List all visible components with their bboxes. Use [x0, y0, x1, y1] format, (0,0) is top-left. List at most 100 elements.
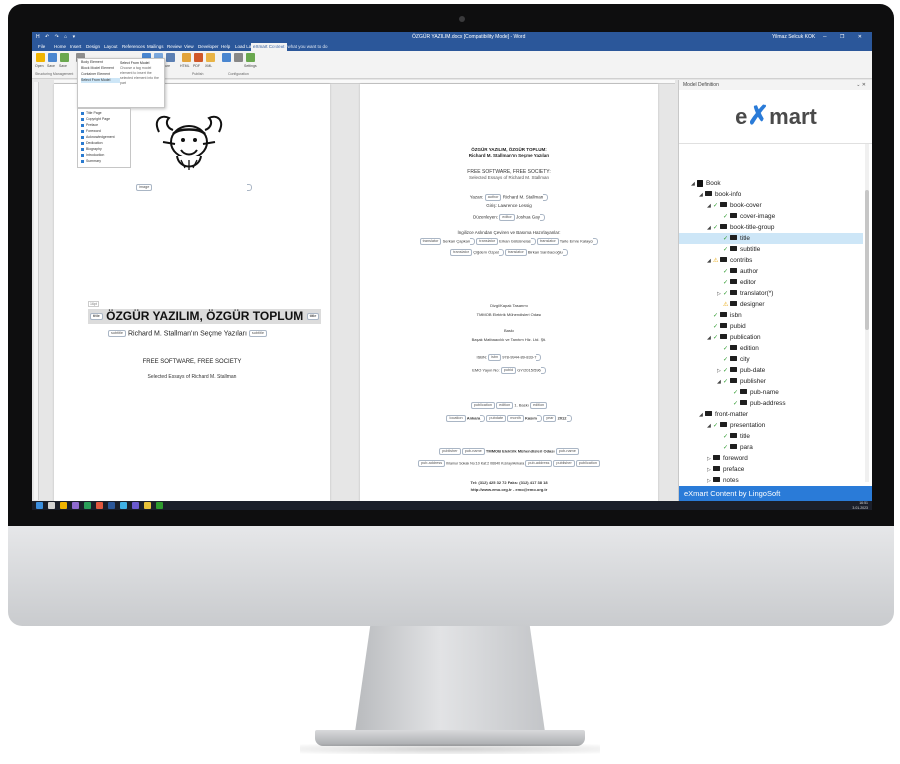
dd-container-element[interactable]: Container Element	[81, 72, 120, 77]
tab-references[interactable]: References	[120, 43, 147, 51]
tree-node-front-matter[interactable]: ◢ front-matter	[679, 409, 863, 420]
pub-name-tag[interactable]: pub-name	[461, 448, 485, 455]
submenu-summary[interactable]: Summary	[80, 159, 130, 164]
tree-node-book-info[interactable]: ◢ book-info	[679, 189, 863, 200]
table-of-contents-icon[interactable]	[166, 53, 175, 62]
tree-node-city[interactable]: ✓ city	[679, 354, 863, 365]
submenu-introduction[interactable]: Introduction	[80, 153, 130, 158]
translator-end-tag[interactable]	[593, 238, 599, 245]
tree-node-book-cover[interactable]: ◢ ✓ book-cover	[679, 200, 863, 211]
year-tag[interactable]: year	[543, 415, 557, 422]
tree-node-para[interactable]: ✓ para	[679, 442, 863, 453]
location-end-tag[interactable]	[480, 415, 486, 422]
tree-node-pub-date[interactable]: ▷ ✓ pub-date	[679, 365, 863, 376]
dd-body-element[interactable]: Body Element	[81, 60, 120, 65]
edition-end-tag[interactable]: edition	[529, 402, 548, 409]
tree-node-designer[interactable]: ⚠ designer	[679, 299, 863, 310]
location-tag[interactable]: location	[446, 415, 466, 422]
translator-tag[interactable]: translator	[450, 249, 473, 256]
submenu-acknowledgement[interactable]: Acknowledgement	[80, 135, 130, 140]
tree-scroll-thumb[interactable]	[865, 190, 869, 330]
tree-node-editor[interactable]: ✓ editor	[679, 277, 863, 288]
tree-node-contribs[interactable]: ◢ ⚠ contribs	[679, 255, 863, 266]
month-tag[interactable]: month	[507, 415, 524, 422]
pubdate-tag[interactable]: pubdate	[486, 415, 507, 422]
app-icon[interactable]	[120, 502, 127, 509]
tab-help[interactable]: Help	[219, 43, 232, 51]
window-controls[interactable]: ─ ❐ ✕	[823, 32, 868, 42]
cover-subtitle[interactable]: subtitle Richard M. Stallman'ın Seçme Ya…	[108, 330, 267, 337]
pub-address-end-tag[interactable]: pub-address	[525, 460, 553, 467]
translator-end-tag[interactable]	[530, 238, 536, 245]
html-icon[interactable]	[182, 53, 191, 62]
tree-node-pubid[interactable]: ✓ pubid	[679, 321, 863, 332]
tree-node-cover-image[interactable]: ✓ cover-image	[679, 211, 863, 222]
tell-me-search[interactable]: Tell me what you want to do	[272, 43, 328, 51]
isbn-tag[interactable]: isbn	[488, 354, 502, 361]
start-icon[interactable]	[36, 502, 43, 509]
dd-block-model-element[interactable]: Block Model Element	[81, 66, 120, 71]
submenu-preface[interactable]: Preface	[80, 123, 130, 128]
translator-tag[interactable]: translator	[504, 249, 527, 256]
submenu-dedication[interactable]: Dedication	[80, 141, 130, 146]
app-icon[interactable]	[84, 502, 91, 509]
pane-close-button[interactable]: ⌄ ✕	[856, 80, 866, 90]
tree-node-pub-address[interactable]: ✓ pub-address	[679, 398, 863, 409]
translator-tag[interactable]: translator	[476, 238, 499, 245]
tree-node-edition[interactable]: ✓ edition	[679, 343, 863, 354]
submenu-biography[interactable]: Biography	[80, 147, 130, 152]
pub-name-end-tag[interactable]: pub-name	[555, 448, 579, 455]
tab-review[interactable]: Review	[165, 43, 184, 51]
editor-tag[interactable]: editor	[499, 214, 515, 221]
open-icon[interactable]	[36, 53, 45, 62]
tab-insert[interactable]: Insert	[68, 43, 83, 51]
tab-layout[interactable]: Layout	[102, 43, 120, 51]
app-icon[interactable]	[156, 502, 163, 509]
submenu-foreword[interactable]: Foreword	[80, 129, 130, 134]
model-schema-icon[interactable]	[234, 53, 243, 62]
tab-design[interactable]: Design	[84, 43, 102, 51]
add-to-schema-icon[interactable]	[222, 53, 231, 62]
tree-node-presentation[interactable]: ◢ ✓ presentation	[679, 420, 863, 431]
title-tag[interactable]: title	[90, 313, 103, 321]
tree-node-translator-[interactable]: ▷ ✓ translator(*)	[679, 288, 863, 299]
pub-address-tag[interactable]: pub-address	[418, 460, 446, 467]
isbn-end-tag[interactable]	[536, 354, 542, 361]
translator-tag[interactable]: translator	[536, 238, 559, 245]
tree-node-foreword[interactable]: ▷ foreword	[679, 453, 863, 464]
tree-node-book[interactable]: ◢ Book	[679, 178, 863, 189]
settings-icon[interactable]	[246, 53, 255, 62]
word-icon[interactable]	[108, 502, 115, 509]
tree-node-title[interactable]: ✓ title	[679, 431, 863, 442]
publisher-tag[interactable]: publisher	[439, 448, 461, 455]
app-icon[interactable]	[132, 502, 139, 509]
pdf-icon[interactable]	[194, 53, 203, 62]
submenu-title-page[interactable]: Title Page	[80, 111, 130, 116]
translator-end-tag[interactable]	[498, 249, 504, 256]
cover-title[interactable]: title ÖZGÜR YAZILIM, ÖZGÜR TOPLUM title	[88, 309, 322, 324]
publisher-end-tag[interactable]: publisher	[553, 460, 575, 467]
file-explorer-icon[interactable]	[60, 502, 67, 509]
publication-tag[interactable]: publication	[470, 402, 495, 409]
subtitle-tag[interactable]: subtitle	[108, 330, 127, 337]
tab-mailings[interactable]: Mailings	[145, 43, 166, 51]
page-copyright[interactable]: ÖZGÜR YAZILIM, ÖZGÜR TOPLUM: Richard M. …	[360, 84, 658, 501]
subtitle-end-tag[interactable]: subtitle	[248, 330, 267, 337]
tree-node-subtitle[interactable]: ✓ subtitle	[679, 244, 863, 255]
tree-node-title[interactable]: ✓ title	[679, 233, 863, 244]
pubid-end-tag[interactable]	[540, 367, 546, 374]
translator-end-tag[interactable]	[470, 238, 476, 245]
tree-node-pub-name[interactable]: ✓ pub-name	[679, 387, 863, 398]
search-icon[interactable]	[48, 502, 55, 509]
quick-access-toolbar[interactable]: H ↶ ↷ ⌂ ▾	[36, 32, 77, 42]
submenu-copyright-page[interactable]: Copyright Page	[80, 117, 130, 122]
tree-node-notes[interactable]: ▷ notes	[679, 475, 863, 486]
dd-select-from-model[interactable]: Select From Model	[81, 78, 120, 83]
year-end-tag[interactable]	[566, 415, 572, 422]
tab-home[interactable]: Home	[52, 43, 68, 51]
pubid-tag[interactable]: pubid	[500, 367, 517, 374]
image-tag[interactable]: image	[136, 184, 153, 191]
tree-node-publisher[interactable]: ◢ ✓ publisher	[679, 376, 863, 387]
tree-node-isbn[interactable]: ✓ isbn	[679, 310, 863, 321]
tab-developer[interactable]: Developer	[196, 43, 221, 51]
